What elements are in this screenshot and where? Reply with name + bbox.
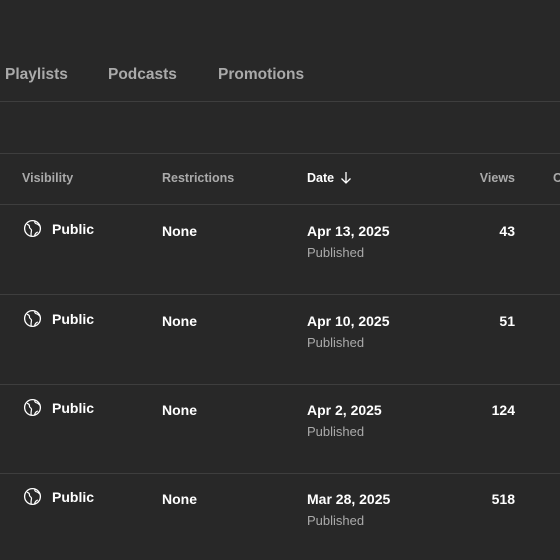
- table-row[interactable]: Public None Apr 10, 2025 Published 51: [0, 295, 560, 385]
- table-row[interactable]: Public None Apr 13, 2025 Published 43: [0, 205, 560, 295]
- date-value: Apr 2, 2025: [307, 402, 382, 418]
- visibility-label: Public: [52, 399, 95, 416]
- tab-promotions[interactable]: Promotions: [218, 66, 304, 84]
- date-value: Apr 10, 2025: [307, 313, 390, 329]
- tab-podcasts[interactable]: Podcasts: [108, 66, 177, 84]
- publish-status: Published: [307, 513, 365, 528]
- content-page: Playlists Podcasts Promotions Visibility…: [0, 0, 560, 560]
- publish-status: Published: [307, 335, 365, 350]
- visibility-cell[interactable]: Public: [23, 219, 94, 238]
- date-cell: Apr 13, 2025 Published: [307, 223, 390, 260]
- globe-icon: [23, 219, 42, 238]
- restrictions-value: None: [162, 313, 197, 329]
- visibility-label: Public: [52, 220, 95, 237]
- date-value: Apr 13, 2025: [307, 223, 390, 239]
- publish-status: Published: [307, 424, 365, 439]
- visibility-label: Public: [52, 488, 95, 505]
- column-header-date-label: Date: [307, 171, 335, 185]
- column-header-visibility: Visibility: [22, 171, 74, 185]
- date-cell: Apr 10, 2025 Published: [307, 313, 390, 350]
- date-cell: Apr 2, 2025 Published: [307, 402, 382, 439]
- tab-playlists[interactable]: Playlists: [5, 66, 68, 84]
- table-row[interactable]: Public None Apr 2, 2025 Published 124: [0, 384, 560, 474]
- column-header-views: Views: [479, 171, 515, 185]
- arrow-down-icon: [341, 172, 352, 184]
- restrictions-value: None: [162, 223, 197, 239]
- column-header-restrictions: Restrictions: [162, 171, 235, 185]
- globe-icon: [23, 398, 42, 417]
- date-value: Mar 28, 2025: [307, 491, 391, 507]
- globe-icon: [23, 487, 42, 506]
- visibility-cell[interactable]: Public: [23, 309, 94, 328]
- visibility-cell[interactable]: Public: [23, 398, 94, 417]
- publish-status: Published: [307, 245, 365, 260]
- views-value: 51: [499, 313, 515, 329]
- views-value: 43: [499, 223, 515, 239]
- views-value: 124: [491, 402, 515, 418]
- views-value: 518: [491, 491, 515, 507]
- column-header-date[interactable]: Date: [307, 171, 352, 185]
- table-row[interactable]: Public None Mar 28, 2025 Published 518: [0, 473, 560, 560]
- visibility-cell[interactable]: Public: [23, 487, 94, 506]
- tab-bar: Playlists Podcasts Promotions: [0, 0, 560, 102]
- filter-bar[interactable]: [0, 102, 560, 154]
- restrictions-value: None: [162, 402, 197, 418]
- visibility-label: Public: [52, 310, 95, 327]
- table-header: Visibility Restrictions Date Views C: [0, 154, 560, 205]
- date-cell: Mar 28, 2025 Published: [307, 491, 390, 528]
- restrictions-value: None: [162, 491, 197, 507]
- globe-icon: [23, 309, 42, 328]
- column-header-comments: C: [553, 171, 560, 185]
